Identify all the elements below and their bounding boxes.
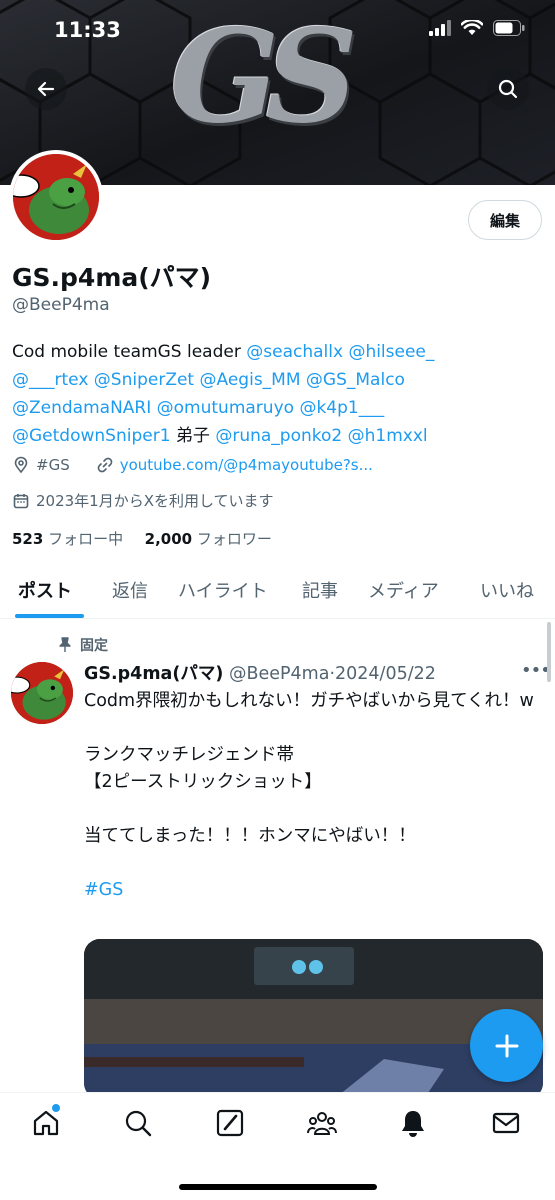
status-icons — [429, 20, 525, 36]
post-author-name[interactable]: GS.p4ma(パマ) — [84, 664, 223, 684]
mention-link[interactable]: @GetdownSniper1 — [12, 426, 171, 446]
search-icon — [498, 79, 518, 99]
bio-line: @ZendamaNARI @omutumaruyo @k4p1___ — [12, 394, 547, 422]
post-avatar[interactable] — [11, 662, 73, 724]
active-tab-indicator — [15, 614, 84, 618]
mention-link[interactable]: @h1mxxl — [348, 426, 428, 446]
nav-communities[interactable] — [306, 1107, 338, 1139]
notifications-icon — [402, 1111, 424, 1137]
profile-handle: @BeeP4ma — [12, 295, 110, 315]
tab-replies[interactable]: 返信 — [112, 577, 148, 603]
bio-text: Cod mobile teamGS leader — [12, 342, 247, 362]
join-date: 2023年1月からXを利用しています — [12, 490, 274, 511]
pinned-label: 固定 — [58, 635, 108, 655]
compose-post-button[interactable] — [470, 1009, 543, 1082]
wifi-icon — [461, 20, 483, 35]
dragon-avatar-image — [11, 662, 73, 724]
mention-link[interactable]: @___rtex — [12, 370, 88, 390]
search-icon — [125, 1110, 152, 1137]
mention-link[interactable]: @hilseee_ — [348, 342, 434, 362]
post-author-handle[interactable]: @BeeP4ma — [229, 664, 330, 684]
followers-link[interactable]: 2,000 フォロワー — [145, 530, 272, 548]
more-options-icon[interactable]: ••• — [521, 660, 551, 681]
display-name: GS.p4ma(パマ) — [12, 263, 212, 292]
hashtag-link[interactable]: #GS — [84, 877, 546, 904]
nav-grok[interactable] — [214, 1107, 246, 1139]
tab-likes[interactable]: いいね — [480, 577, 534, 603]
nav-search[interactable] — [122, 1107, 154, 1139]
post-line — [84, 796, 546, 823]
mention-link[interactable]: @omutumaruyo — [157, 398, 294, 418]
tab-highlights[interactable]: ハイライト — [178, 577, 268, 603]
bio-line: Cod mobile teamGS leader @seachallx @hil… — [12, 338, 547, 366]
following-link[interactable]: 523 フォロー中 — [12, 530, 123, 548]
profile-meta: #GS youtube.com/@p4mayoutube?s... — [12, 456, 373, 474]
follow-counts: 523 フォロー中 2,000 フォロワー — [12, 528, 272, 549]
profile-bio: Cod mobile teamGS leader @seachallx @hil… — [12, 338, 547, 450]
pin-icon — [59, 637, 71, 652]
bio-line: @GetdownSniper1 弟子 @runa_ponko2 @h1mxxl — [12, 422, 547, 450]
status-bar: 11:33 — [0, 0, 555, 60]
profile-avatar[interactable] — [9, 150, 103, 244]
post-line: 当ててしまった！！！ホンマにやばい！！ — [84, 826, 416, 846]
plus-icon — [495, 1034, 518, 1057]
mention-link[interactable]: @SniperZet — [94, 370, 194, 390]
following-label: フォロー中 — [48, 530, 124, 548]
mention-link[interactable]: @seachallx — [246, 342, 343, 362]
followers-label: フォロワー — [196, 530, 272, 548]
home-notification-dot — [52, 1104, 60, 1112]
location-icon — [14, 456, 28, 474]
grok-icon — [216, 1109, 244, 1137]
cellular-signal-icon — [429, 20, 451, 36]
post-line: ランクマッチレジェンド帯 — [84, 745, 294, 765]
link-icon — [97, 457, 113, 473]
back-button[interactable] — [25, 68, 67, 110]
tab-media[interactable]: メディア — [368, 577, 439, 603]
calendar-icon — [13, 493, 29, 508]
mention-link[interactable]: @ZendamaNARI — [12, 398, 151, 418]
bio-text: 弟子 — [170, 426, 216, 446]
nav-messages[interactable] — [490, 1107, 522, 1139]
followers-count: 2,000 — [144, 530, 193, 548]
mention-link[interactable]: @Aegis_MM — [200, 370, 301, 390]
pinned-text: 固定 — [80, 638, 108, 654]
search-button[interactable] — [487, 68, 529, 110]
post-line — [84, 715, 546, 742]
post-date[interactable]: 2024/05/22 — [335, 664, 436, 684]
tab-posts[interactable]: ポスト — [18, 577, 72, 603]
communities-icon — [307, 1112, 337, 1135]
home-indicator — [179, 1184, 377, 1190]
scrollbar[interactable] — [547, 622, 551, 682]
tab-articles[interactable]: 記事 — [302, 577, 338, 603]
post-header: GS.p4ma(パマ) @BeeP4ma·2024/05/22 — [84, 660, 436, 685]
mention-link[interactable]: @k4p1___ — [299, 398, 384, 418]
edit-profile-button[interactable]: 編集 — [468, 200, 542, 240]
mention-link[interactable]: @runa_ponko2 — [215, 426, 342, 446]
post-line: Codm界隈初かもしれない！ガチやばいから見てくれ！w — [84, 691, 534, 711]
bio-line: @___rtex @SniperZet @Aegis_MM @GS_Malco — [12, 366, 547, 394]
status-time: 11:33 — [54, 18, 121, 42]
post-line — [84, 850, 546, 877]
post-video-thumbnail[interactable] — [84, 939, 543, 1099]
messages-icon — [492, 1112, 520, 1134]
profile-tabs: ポスト 返信 ハイライト 記事 メディア いいね — [0, 565, 555, 619]
post-line: 【2ピーストリックショット】 — [84, 772, 322, 792]
battery-icon — [493, 20, 525, 36]
post-text: Codm界隈初かもしれない！ガチやばいから見てくれ！w ランクマッチレジェンド帯… — [84, 688, 546, 904]
following-count: 523 — [12, 530, 44, 548]
home-icon — [33, 1110, 59, 1136]
nav-notifications[interactable] — [397, 1107, 429, 1139]
game-screenshot-image — [84, 939, 543, 1099]
location-text: #GS — [36, 456, 70, 474]
mention-link[interactable]: @GS_Malco — [306, 370, 405, 390]
website-link[interactable]: youtube.com/@p4mayoutube?s... — [120, 456, 373, 474]
join-date-text: 2023年1月からXを利用しています — [36, 492, 274, 510]
arrow-left-icon — [37, 81, 55, 97]
dragon-avatar-image — [13, 154, 99, 240]
